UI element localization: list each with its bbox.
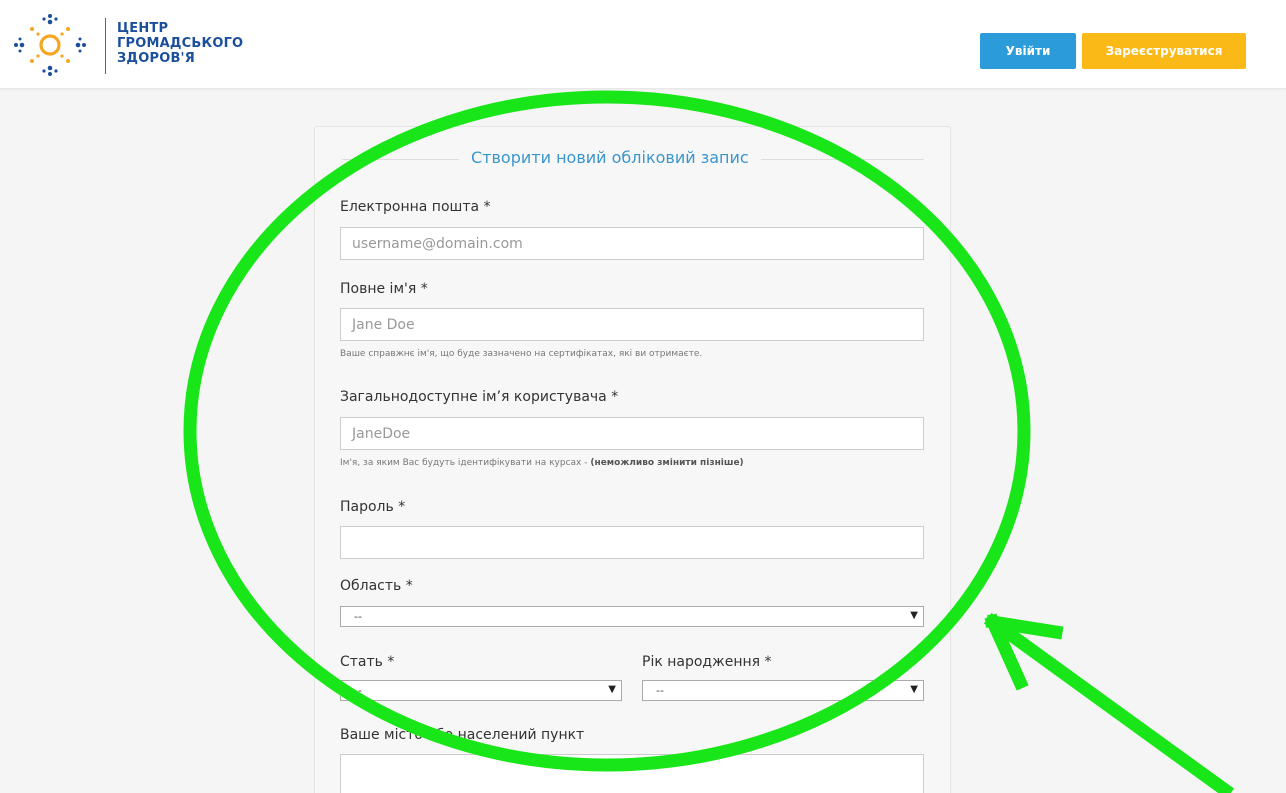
birth-year-select[interactable]: -- ▼ xyxy=(642,680,924,701)
region-select[interactable]: -- ▼ xyxy=(340,606,924,627)
fullname-hint: Ваше справжнє ім'я, що буде зазначено на… xyxy=(340,349,703,359)
register-button[interactable]: Зареєструватися xyxy=(1082,33,1246,69)
chevron-down-icon: ▼ xyxy=(910,684,918,695)
form-title: Створити новий обліковий запис xyxy=(459,148,761,167)
gender-select[interactable]: -- ▼ xyxy=(340,680,622,701)
login-button[interactable]: Увійти xyxy=(980,33,1076,69)
logo-text[interactable]: ЦЕНТР ГРОМАДСЬКОГО ЗДОРОВ'Я xyxy=(117,21,243,66)
chevron-down-icon: ▼ xyxy=(608,684,616,695)
username-label: Загальнодоступне ім’я користувача * xyxy=(340,389,619,405)
city-field[interactable] xyxy=(340,754,924,793)
fullname-label: Повне ім'я * xyxy=(340,281,428,297)
logo-icon[interactable] xyxy=(10,10,90,80)
birth-year-label: Рік народження * xyxy=(642,654,772,670)
logo-line-2: ГРОМАДСЬКОГО xyxy=(117,36,244,51)
username-hint-bold: (неможливо змінити пізніше) xyxy=(590,458,744,468)
logo-line-1: ЦЕНТР xyxy=(117,21,169,36)
logo-line-3: ЗДОРОВ'Я xyxy=(117,51,195,66)
password-label: Пароль * xyxy=(340,499,406,515)
city-label: Ваше місто або населений пункт xyxy=(340,727,585,743)
logo-divider xyxy=(105,18,106,74)
fullname-field[interactable]: Jane Doe xyxy=(340,308,924,341)
gender-label: Стать * xyxy=(340,654,395,670)
region-select-value: -- xyxy=(354,610,362,623)
password-field[interactable] xyxy=(340,526,924,559)
email-label: Електронна пошта * xyxy=(340,199,491,215)
email-field[interactable]: username@domain.com xyxy=(340,227,924,260)
chevron-down-icon: ▼ xyxy=(910,610,918,621)
username-hint-text: Ім'я, за яким Вас будуть ідентифікувати … xyxy=(340,458,591,468)
username-hint: Ім'я, за яким Вас будуть ідентифікувати … xyxy=(340,458,744,468)
site-header: ЦЕНТР ГРОМАДСЬКОГО ЗДОРОВ'Я Увійти Зареє… xyxy=(0,0,1286,89)
arrow-pointer-icon xyxy=(983,612,1235,793)
username-field[interactable]: JaneDoe xyxy=(340,417,924,450)
gender-select-value: -- xyxy=(354,684,362,697)
birth-year-select-value: -- xyxy=(656,684,664,697)
region-label: Область * xyxy=(340,578,413,594)
